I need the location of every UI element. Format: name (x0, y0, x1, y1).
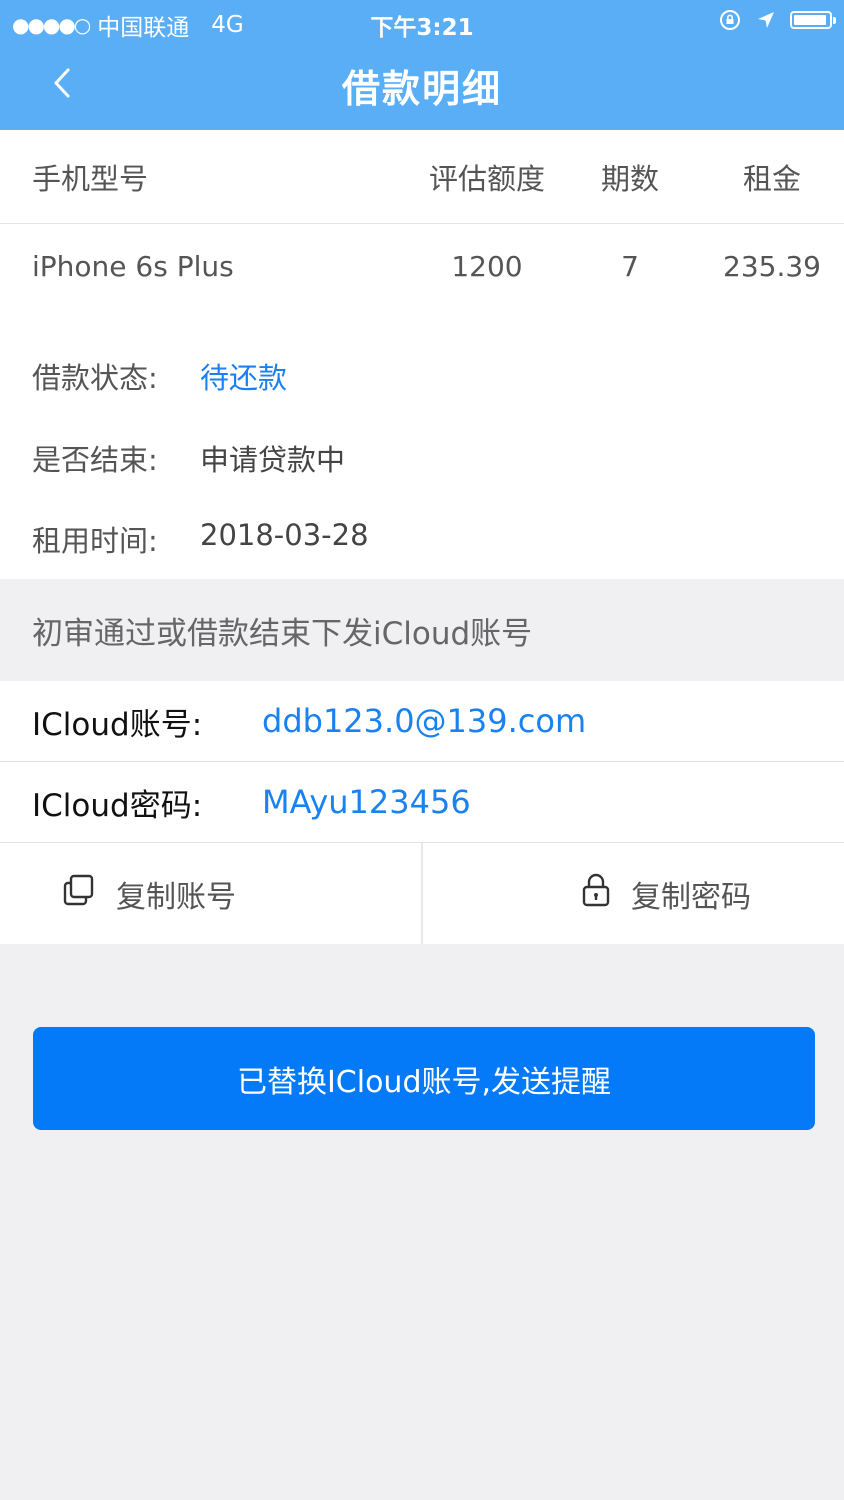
status-bar: ●●●●○ 中国联通 4G 下午3:21 (0, 0, 844, 44)
battery-icon (790, 11, 836, 29)
icloud-password-label: ICloud密码: (32, 787, 203, 824)
column-header-periods: 期数 (600, 161, 659, 196)
column-header-amount: 评估额度 (428, 161, 545, 196)
icloud-notice-text: 初审通过或借款结束下发iCloud账号 (32, 615, 533, 652)
finished-value: 申请贷款中 (200, 443, 346, 477)
icloud-notice: 初审通过或借款结束下发iCloud账号 (0, 579, 844, 681)
copy-actions-bar: 复制账号 复制密码 (0, 843, 844, 944)
finished-row: 是否结束: 申请贷款中 (32, 437, 345, 479)
cell-rent: 235.39 (723, 249, 821, 283)
loan-info-section: 借款状态: 待还款 是否结束: 申请贷款中 租用时间: 2018-03-28 (0, 308, 844, 579)
column-header-model: 手机型号 (32, 161, 149, 196)
nav-header: ●●●●○ 中国联通 4G 下午3:21 借款明细 (0, 0, 844, 130)
lock-icon (581, 873, 611, 915)
cell-amount: 1200 (451, 249, 523, 283)
copy-account-button[interactable]: 复制账号 (0, 843, 421, 944)
rent-time-value: 2018-03-28 (200, 518, 369, 552)
cell-model: iPhone 6s Plus (32, 249, 234, 283)
copy-icon (62, 873, 96, 915)
finished-label: 是否结束: (32, 443, 158, 477)
icloud-password-value[interactable]: MAyu123456 (262, 783, 471, 821)
column-header-rent: 租金 (742, 161, 801, 196)
icloud-account-value[interactable]: ddb123.0@139.com (262, 702, 586, 740)
location-arrow-icon (756, 10, 776, 30)
loan-status-value: 待还款 (200, 361, 288, 395)
loan-status-row: 借款状态: 待还款 (32, 355, 287, 397)
icloud-account-row: ICloud账号: ddb123.0@139.com (0, 681, 844, 762)
icloud-password-row: ICloud密码: MAyu123456 (0, 762, 844, 843)
copy-password-button[interactable]: 复制密码 (423, 843, 844, 944)
send-reminder-button[interactable]: 已替换ICloud账号,发送提醒 (33, 1027, 815, 1130)
rotation-lock-icon (718, 8, 742, 32)
table-row: iPhone 6s Plus 1200 7 235.39 (0, 224, 844, 308)
page-title: 借款明细 (341, 67, 502, 111)
battery-fill (794, 15, 826, 25)
table-header: 手机型号 评估额度 期数 租金 (0, 130, 844, 224)
copy-password-label: 复制密码 (631, 879, 751, 915)
copy-account-label: 复制账号 (116, 879, 236, 915)
rent-time-label: 租用时间: (32, 524, 158, 558)
battery-outline (790, 11, 836, 29)
loan-status-label: 借款状态: (32, 361, 158, 395)
rent-time-row: 租用时间: 2018-03-28 (32, 518, 369, 560)
status-bar-right (704, 8, 836, 32)
cell-periods: 7 (621, 249, 639, 283)
icloud-account-label: ICloud账号: (32, 706, 203, 743)
